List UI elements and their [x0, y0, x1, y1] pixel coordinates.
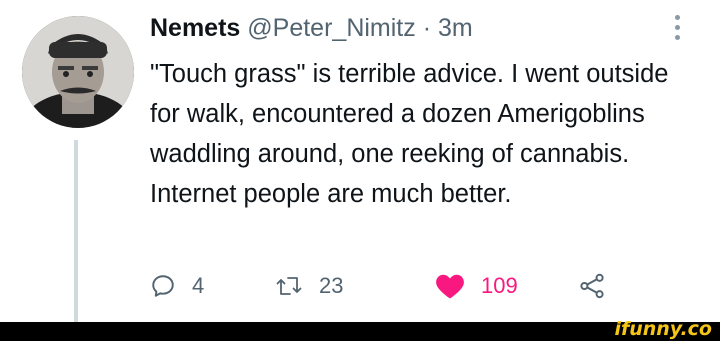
- tweet-actions: 4 23 109: [150, 266, 670, 306]
- reply-icon: [152, 275, 174, 297]
- author-handle[interactable]: @Peter_Nimitz: [247, 14, 415, 42]
- retweet-icon: [276, 277, 302, 295]
- author-name[interactable]: Nemets: [150, 14, 240, 42]
- thread-line: [74, 140, 78, 322]
- retweet-button[interactable]: 23: [275, 266, 343, 306]
- retweet-count: 23: [319, 273, 344, 298]
- ifunny-logo: ifunny.co: [614, 318, 712, 340]
- more-options-icon[interactable]: [672, 14, 684, 42]
- header-separator: ·: [422, 14, 432, 42]
- reply-button[interactable]: 4: [150, 266, 204, 306]
- tweet-timestamp[interactable]: 3m: [438, 14, 473, 42]
- share-button[interactable]: [578, 266, 606, 306]
- tweet-text: "Touch grass" is terrible advice. I went…: [150, 60, 669, 208]
- reply-count: 4: [192, 273, 205, 298]
- share-icon: [580, 273, 604, 299]
- tweet[interactable]: Nemets @Peter_Nimitz · 3m "Touch grass" …: [0, 0, 720, 322]
- tweet-header: Nemets @Peter_Nimitz · 3m: [150, 12, 473, 44]
- heart-icon: [436, 274, 464, 299]
- like-button[interactable]: 109: [435, 266, 518, 306]
- avatar-photo: [22, 16, 134, 128]
- like-count: 109: [481, 273, 518, 298]
- avatar[interactable]: [22, 16, 134, 128]
- watermark-bar: ifunny.co: [0, 318, 720, 341]
